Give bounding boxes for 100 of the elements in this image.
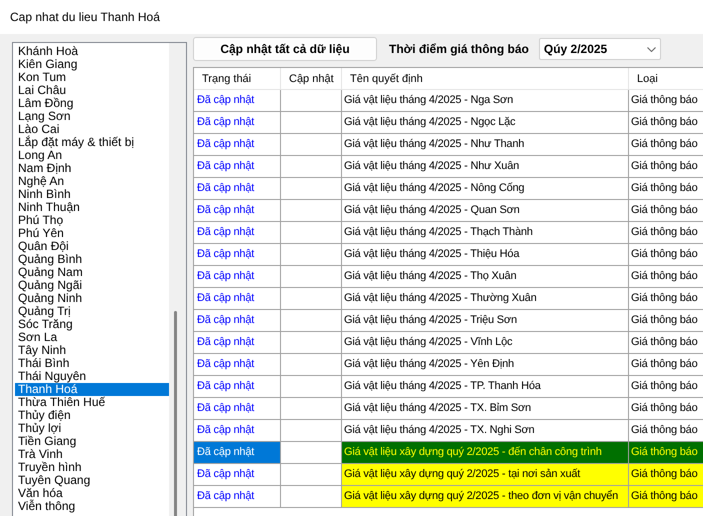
table-cell: Giá vật liệu tháng 4/2025 - Ngọc Lặc [342,112,629,134]
column-header[interactable]: Loại [629,68,703,90]
table-cell: Giá vật liệu tháng 4/2025 - Như Xuân [342,156,629,178]
table-cell: Đã cập nhật [194,464,281,486]
table-cell: Giá thông báo [629,486,703,508]
list-item[interactable]: Thủy lợi [15,422,169,435]
table-cell: Giá vật liệu tháng 4/2025 - Quan Sơn [342,200,629,222]
table-cell: Giá thông báo [629,244,703,266]
table-cell [281,266,342,288]
table-cell: Giá vật liệu tháng 4/2025 - Yên Định [342,354,629,376]
table-cell [281,310,342,332]
period-label: Thời điểm giá thông báo [389,41,529,58]
table-cell: Giá thông báo [629,156,703,178]
chevron-down-icon [646,46,656,52]
table-cell: Đã cập nhật [194,288,281,310]
table-cell: Giá vật liệu tháng 4/2025 - TX. Bỉm Sơn [342,398,629,420]
table-cell [281,112,342,134]
table-cell: Đã cập nhật [194,134,281,156]
list-item[interactable]: Lai Châu [15,84,169,97]
table-cell: Giá thông báo [629,310,703,332]
table-cell: Đã cập nhật [194,90,281,112]
list-item[interactable]: Thừa Thiên Huế [15,396,169,409]
list-item[interactable]: Thái Bình [15,357,169,370]
list-item[interactable]: Sóc Trăng [15,318,169,331]
list-item[interactable]: Nam Định [15,162,169,175]
table-cell [281,222,342,244]
table-cell: Giá vật liệu tháng 4/2025 - TP. Thanh Hóa [342,376,629,398]
table-cell [281,354,342,376]
table-cell: Đã cập nhật [194,178,281,200]
table-cell: Đã cập nhật [194,398,281,420]
table-cell: Giá thông báo [629,222,703,244]
table-cell: Giá thông báo [629,332,703,354]
list-item[interactable]: Quảng Ngãi [15,279,169,292]
list-item[interactable]: Thái Nguyên [15,370,169,383]
list-item[interactable]: Phú Yên [15,227,169,240]
table-cell: Đã cập nhật [194,200,281,222]
period-dropdown[interactable]: Qúy 2/2025 [538,38,661,60]
list-item[interactable]: Phú Thọ [15,214,169,227]
table-cell [281,376,342,398]
list-item[interactable]: Kon Tum [15,71,169,84]
table-cell: Đã cập nhật [194,266,281,288]
table-cell [281,90,342,112]
table-cell: Giá thông báo [629,354,703,376]
table-cell: Giá vật liệu tháng 4/2025 - Thọ Xuân [342,266,629,288]
table-cell: Giá vật liệu tháng 4/2025 - Thạch Thành [342,222,629,244]
table-cell: Giá vật liệu xây dựng quý 2/2025 - tại nơi sản xuất [342,464,629,486]
list-item[interactable]: Lào Cai [15,123,169,136]
list-item[interactable]: Quảng Ninh [15,292,169,305]
table-cell: Giá thông báo [629,200,703,222]
column-header[interactable]: Trạng thái [194,68,281,90]
list-item[interactable]: Lắp đặt máy & thiết bị [15,136,169,149]
list-item[interactable]: Khánh Hoà [15,45,169,58]
table-cell: Giá thông báo [629,178,703,200]
table-cell: Đã cập nhật [194,222,281,244]
table-cell: Giá vật liệu tháng 4/2025 - Thiệu Hóa [342,244,629,266]
table-cell [281,244,342,266]
update-all-button[interactable]: Cập nhật tất cả dữ liệu [193,37,377,61]
table-cell: Giá thông báo [629,112,703,134]
list-item[interactable]: Long An [15,149,169,162]
table-cell: Giá thông báo [629,442,703,464]
table-cell [281,200,342,222]
list-item[interactable]: Thanh Hoá [15,383,169,396]
list-item[interactable]: Sơn La [15,331,169,344]
list-item[interactable]: Quảng Trị [15,305,169,318]
list-item[interactable]: Quảng Nam [15,266,169,279]
column-header[interactable]: Cập nhật [281,68,342,90]
province-list[interactable] [12,42,187,516]
scrollbar[interactable] [169,43,186,516]
table-cell [281,398,342,420]
list-item[interactable]: Truyền hình [15,461,169,474]
table-cell: Giá vật liệu tháng 4/2025 - Nga Sơn [342,90,629,112]
list-item[interactable]: Lâm Đồng [15,97,169,110]
scrollbar-thumb[interactable] [174,311,177,516]
table-cell: Đã cập nhật [194,486,281,508]
table-cell: Giá vật liệu tháng 4/2025 - Vĩnh Lộc [342,332,629,354]
list-item[interactable]: Văn hóa [15,487,169,500]
list-item[interactable]: Ninh Thuận [15,201,169,214]
list-item[interactable]: Tiền Giang [15,435,169,448]
list-item[interactable]: Trà Vinh [15,448,169,461]
table-cell: Đã cập nhật [194,442,281,464]
list-item[interactable]: Kiên Giang [15,58,169,71]
table-cell: Giá thông báo [629,134,703,156]
list-item[interactable]: Viễn thông [15,500,169,513]
list-item[interactable]: Tuyên Quang [15,474,169,487]
list-item[interactable]: Nghệ An [15,175,169,188]
column-header[interactable]: Tên quyết định [342,68,629,90]
table-cell: Giá thông báo [629,464,703,486]
table-cell: Giá thông báo [629,90,703,112]
table-cell: Giá vật liệu tháng 4/2025 - Triệu Sơn [342,310,629,332]
table-cell [281,420,342,442]
list-item[interactable]: Thủy điện [15,409,169,422]
list-item[interactable]: Ninh Bình [15,188,169,201]
list-item[interactable]: Quân Đội [15,240,169,253]
table-cell [281,134,342,156]
list-item[interactable]: Lạng Sơn [15,110,169,123]
list-item[interactable]: Tây Ninh [15,344,169,357]
table-cell: Đã cập nhật [194,310,281,332]
table-cell: Giá vật liệu xây dựng quý 2/2025 - theo đơn vị vận chuyển [342,486,629,508]
list-item[interactable]: Quảng Bình [15,253,169,266]
table-cell: Giá thông báo [629,288,703,310]
